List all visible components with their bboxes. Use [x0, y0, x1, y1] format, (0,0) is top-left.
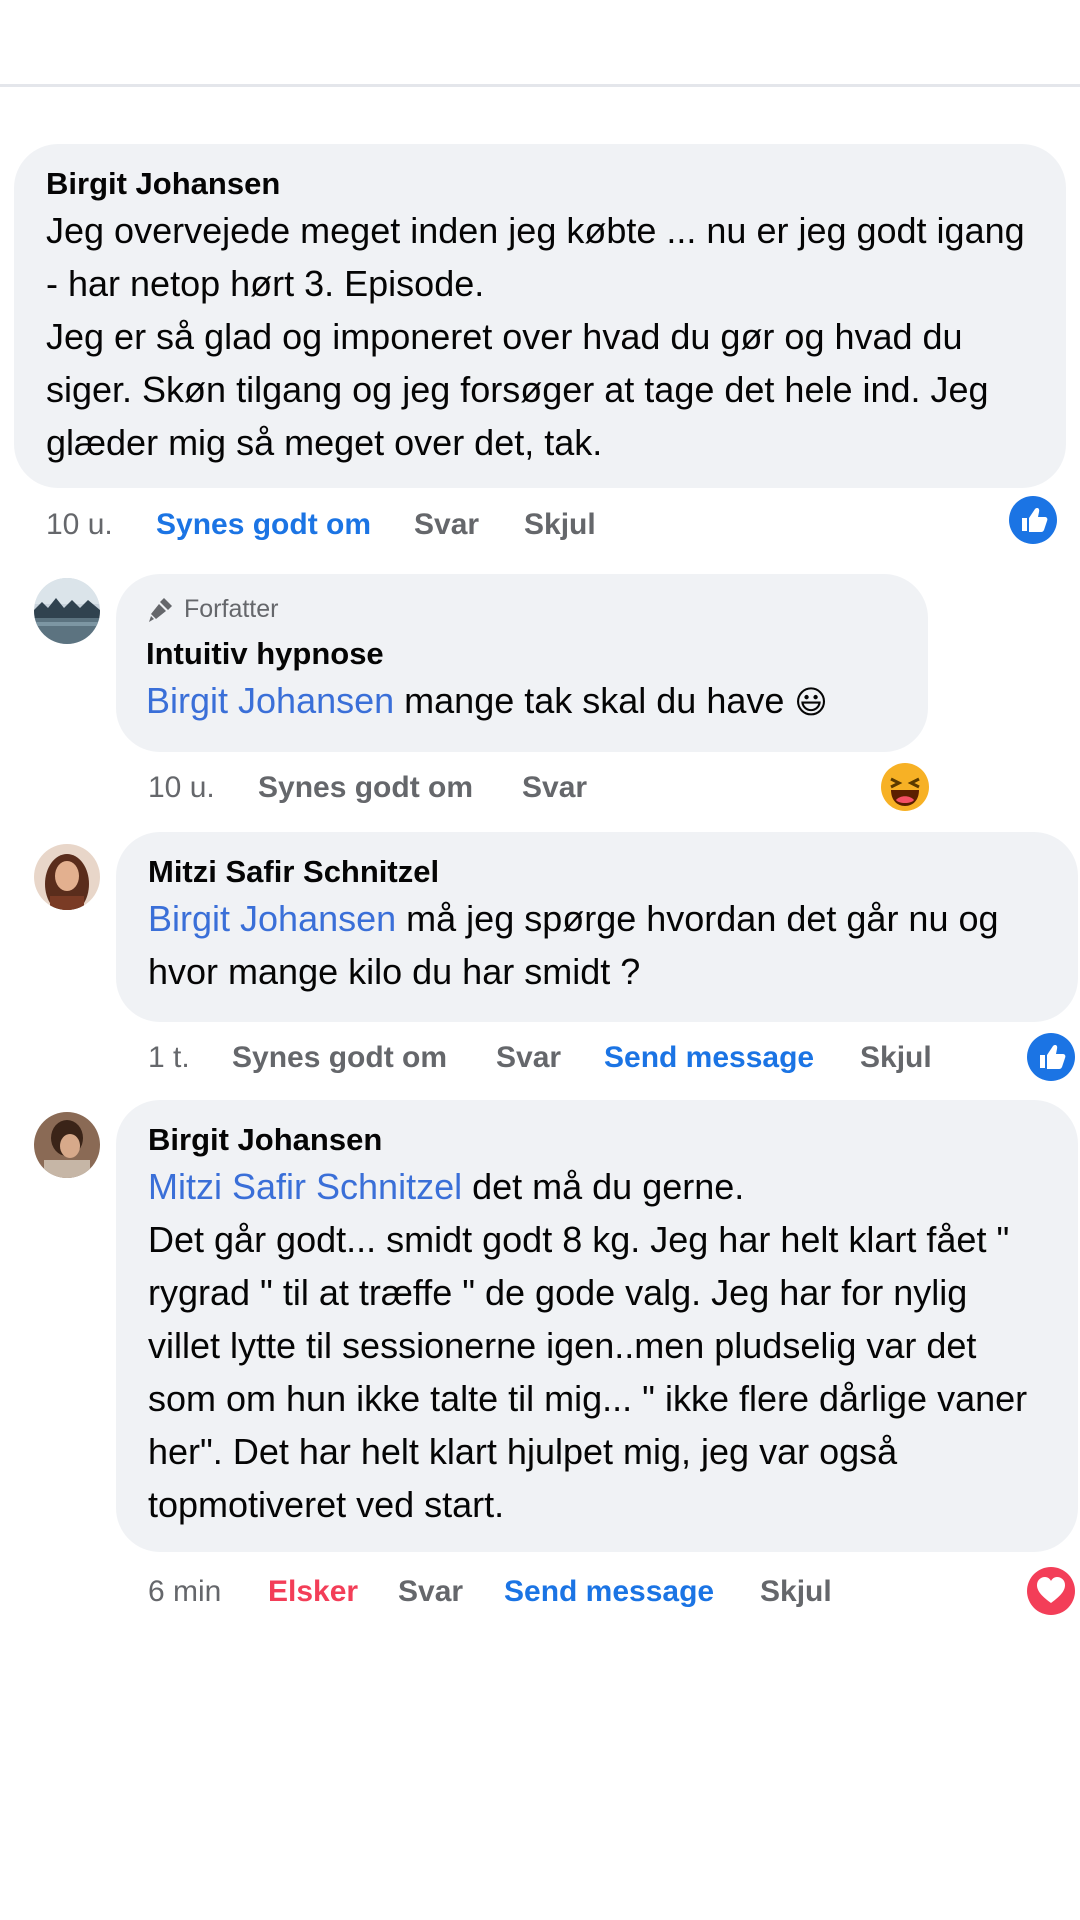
comment-bubble: Forfatter Intuitiv hypnose Birgit Johans…: [116, 574, 928, 752]
send-message-button[interactable]: Send message: [504, 1572, 714, 1612]
reply-button[interactable]: Svar: [496, 1038, 561, 1078]
comment-actions: 1 t. Synes godt om Svar Send message Skj…: [148, 1038, 998, 1078]
comment-text: Birgit Johansen må jeg spørge hvordan de…: [148, 892, 1046, 998]
comment-time[interactable]: 6 min: [148, 1572, 221, 1612]
like-button[interactable]: Synes godt om: [232, 1038, 447, 1078]
reply-button[interactable]: Svar: [522, 768, 587, 808]
avatar[interactable]: [34, 578, 100, 644]
mention-link[interactable]: Birgit Johansen: [146, 680, 394, 721]
love-icon[interactable]: [1026, 1566, 1076, 1616]
comment-text: Birgit Johansen mange tak skal du have 😃: [146, 674, 898, 729]
comment-text: Jeg overvejede meget inden jeg købte ...…: [46, 210, 1025, 463]
avatar[interactable]: [34, 844, 100, 910]
microphone-icon: [149, 598, 172, 622]
comment-author[interactable]: Birgit Johansen: [46, 164, 1034, 204]
haha-icon[interactable]: [880, 762, 930, 812]
comment-bubble: Birgit Johansen Jeg overvejede meget ind…: [14, 144, 1066, 488]
comment-time[interactable]: 10 u.: [148, 768, 215, 808]
hide-button[interactable]: Skjul: [860, 1038, 932, 1078]
like-button[interactable]: Synes godt om: [156, 505, 371, 545]
comment-actions: 6 min Elsker Svar Send message Skjul: [148, 1572, 998, 1612]
author-badge-label: Forfatter: [184, 595, 279, 623]
comment-body: det må du gerne. Det går godt... smidt g…: [148, 1166, 1028, 1525]
like-button[interactable]: Synes godt om: [258, 768, 473, 808]
reply-button[interactable]: Svar: [414, 505, 479, 545]
send-message-button[interactable]: Send message: [604, 1038, 814, 1078]
like-icon[interactable]: [1026, 1032, 1076, 1082]
mention-link[interactable]: Birgit Johansen: [148, 898, 396, 939]
like-icon[interactable]: [1008, 495, 1058, 545]
comment-time[interactable]: 1 t.: [148, 1038, 190, 1078]
comment-actions: 10 u. Synes godt om Svar Skjul: [46, 505, 1046, 545]
hide-button[interactable]: Skjul: [524, 505, 596, 545]
comment-author[interactable]: Intuitiv hypnose: [146, 634, 898, 674]
comment-text: Mitzi Safir Schnitzel det må du gerne. D…: [148, 1160, 1046, 1531]
mention-link[interactable]: Mitzi Safir Schnitzel: [148, 1166, 462, 1207]
top-divider: [0, 84, 1080, 87]
comment-time[interactable]: 10 u.: [46, 505, 113, 545]
smile-emoji: 😃: [794, 683, 828, 721]
comment-author[interactable]: Mitzi Safir Schnitzel: [148, 852, 1046, 892]
comment-bubble: Mitzi Safir Schnitzel Birgit Johansen må…: [116, 832, 1078, 1022]
reply-button[interactable]: Svar: [398, 1572, 463, 1612]
comment-bubble: Birgit Johansen Mitzi Safir Schnitzel de…: [116, 1100, 1078, 1552]
love-button[interactable]: Elsker: [268, 1572, 358, 1612]
comment-actions: 10 u. Synes godt om Svar: [148, 768, 848, 808]
comment-author[interactable]: Birgit Johansen: [148, 1120, 1046, 1160]
avatar[interactable]: [34, 1112, 100, 1178]
hide-button[interactable]: Skjul: [760, 1572, 832, 1612]
comment-body: mange tak skal du have: [394, 680, 795, 721]
author-badge: Forfatter: [146, 592, 898, 626]
